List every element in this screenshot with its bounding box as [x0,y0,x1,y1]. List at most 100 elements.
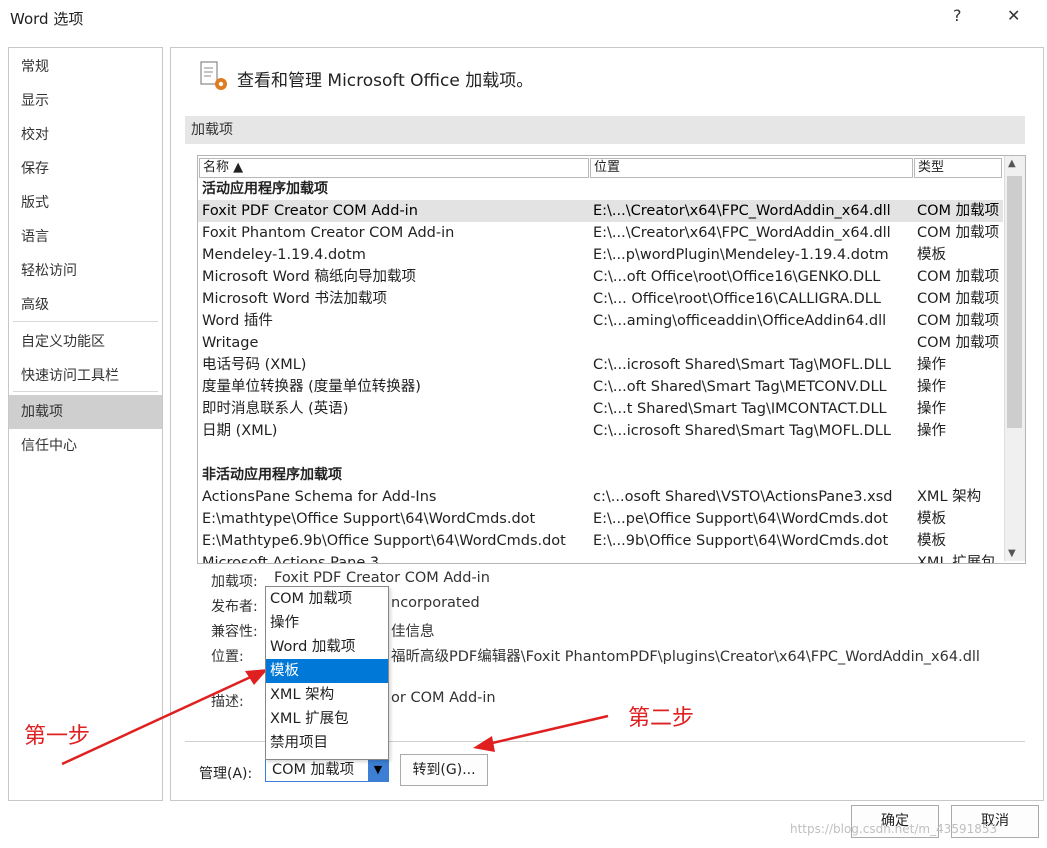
close-button[interactable]: ✕ [1007,6,1020,25]
cell-location: E:\...\Creator\x64\FPC_WordAddin_x64.dll [593,203,891,219]
detail-compat-label: 兼容性: [211,624,258,640]
cell-name: Microsoft Word 稿纸向导加载项 [202,269,416,285]
addins-table[interactable]: 名称 ▲ 位置 类型 活动应用程序加载项 Foxit PDF Creator CO… [197,155,1026,564]
chevron-down-icon[interactable]: ▼ [368,759,388,781]
scroll-thumb[interactable] [1007,176,1022,428]
cell-name: Microsoft Word 书法加载项 [202,291,387,307]
cell-type: COM 加载项 [917,335,1000,351]
detail-publisher-value: ncorporated [391,595,480,611]
page-heading: 查看和管理 Microsoft Office 加载项。 [237,71,534,91]
cell-name: Foxit Phantom Creator COM Add-in [202,225,455,241]
cell-name: 日期 (XML) [202,423,278,439]
manage-select[interactable]: COM 加载项 ▼ [265,758,389,782]
cell-name: E:\mathtype\Office Support\64\WordCmds.d… [202,511,536,527]
table-row[interactable]: Foxit PDF Creator COM Add-in E:\...\Creat… [198,200,1003,222]
detail-location-label: 位置: [211,649,244,665]
cell-type: 操作 [917,401,946,417]
sidebar-item-9[interactable]: 快速访问工具栏 [9,359,162,393]
manage-select-value: COM 加载项 [272,762,355,778]
manage-option-3[interactable]: 模板 [266,659,388,683]
table-scrollbar[interactable]: ▲ ▼ [1004,156,1025,561]
cell-name: E:\Mathtype6.9b\Office Support\64\WordCm… [202,533,566,549]
column-type[interactable]: 类型 [914,158,1002,178]
cell-name: 即时消息联系人 (英语) [202,401,349,417]
table-row[interactable]: 电话号码 (XML) C:\...icrosoft Shared\Smart Ta… [198,354,1003,376]
table-row[interactable]: Writage COM 加载项 [198,332,1003,354]
cell-location: E:\...p\wordPlugin\Mendeley-1.19.4.dotm [593,247,889,263]
table-row[interactable]: Microsoft Actions Pane 3 XML 扩展包 [198,552,1003,564]
table-row[interactable]: Mendeley-1.19.4.dotm E:\...p\wordPlugin\M… [198,244,1003,266]
scroll-down-icon[interactable]: ▼ [1008,548,1016,559]
cell-location: C:\...t Shared\Smart Tag\IMCONTACT.DLL [593,401,887,417]
cell-location: E:\...pe\Office Support\64\WordCmds.dot [593,511,888,527]
cell-type: COM 加载项 [917,313,1000,329]
cell-name: 度量单位转换器 (度量单位转换器) [202,379,421,395]
cell-location: C:\...icrosoft Shared\Smart Tag\MOFL.DLL [593,357,891,373]
cell-type: XML 架构 [917,489,982,505]
annotation-step1: 第一步 [24,724,91,749]
manage-option-5[interactable]: XML 扩展包 [266,707,388,731]
cell-type: 模板 [917,511,946,527]
sidebar-item-1[interactable]: 显示 [9,84,162,118]
annotation-step2: 第二步 [628,706,695,731]
table-row[interactable]: Microsoft Word 稿纸向导加载项 C:\...oft Office\r… [198,266,1003,288]
cell-name: Writage [202,335,259,351]
detail-addin-label: 加载项: [211,574,258,590]
cell-name: Mendeley-1.19.4.dotm [202,247,366,263]
cell-type: 模板 [917,247,946,263]
cell-name: ActionsPane Schema for Add-Ins [202,489,437,505]
sidebar-item-0[interactable]: 常规 [9,50,162,84]
manage-option-4[interactable]: XML 架构 [266,683,388,707]
table-row[interactable]: E:\mathtype\Office Support\64\WordCmds.d… [198,508,1003,530]
cell-type: COM 加载项 [917,291,1000,307]
table-row[interactable]: ActionsPane Schema for Add-Ins c:\...osof… [198,486,1003,508]
cell-type: 操作 [917,423,946,439]
table-row[interactable]: 度量单位转换器 (度量单位转换器) C:\...oft Shared\Smart … [198,376,1003,398]
cell-type: COM 加载项 [917,203,1000,219]
cell-location: C:\...aming\officeaddin\OfficeAddin64.dl… [593,313,887,329]
sidebar-separator-1 [13,391,158,392]
cell-type: 操作 [917,379,946,395]
manage-option-0[interactable]: COM 加载项 [266,587,388,611]
help-button[interactable]: ? [953,6,962,25]
sidebar-item-3[interactable]: 保存 [9,152,162,186]
cell-type: 操作 [917,357,946,373]
detail-desc-value: or COM Add-in [391,690,496,706]
cell-name: Foxit PDF Creator COM Add-in [202,203,418,219]
cell-location: C:\...oft Office\root\Office16\GENKO.DLL [593,269,881,285]
sidebar-item-7[interactable]: 高级 [9,288,162,322]
cell-type: COM 加载项 [917,225,1000,241]
watermark: https://blog.csdn.net/m_43591853 [790,822,998,836]
content-panel: 查看和管理 Microsoft Office 加载项。 加载项 名称 ▲ 位置 … [170,47,1044,801]
sidebar-item-11[interactable]: 信任中心 [9,429,162,463]
column-name[interactable]: 名称 ▲ [199,158,589,178]
scroll-up-icon[interactable]: ▲ [1008,158,1016,169]
cell-location: E:\...9b\Office Support\64\WordCmds.dot [593,533,889,549]
table-row[interactable]: Microsoft Word 书法加载项 C:\... Office\root\O… [198,288,1003,310]
sidebar-item-10[interactable]: 加载项 [9,395,162,429]
column-location[interactable]: 位置 [590,158,913,178]
detail-addin-value: Foxit PDF Creator COM Add-in [274,570,490,586]
sidebar-item-4[interactable]: 版式 [9,186,162,220]
detail-desc-label: 描述: [211,694,244,710]
manage-dropdown-list[interactable]: COM 加载项 操作 Word 加载项 模板 XML 架构 XML 扩展包 禁用项目 [265,586,389,760]
sidebar-item-8[interactable]: 自定义功能区 [9,325,162,359]
table-row[interactable]: Foxit Phantom Creator COM Add-in E:\...\C… [198,222,1003,244]
table-row[interactable]: 日期 (XML) C:\...icrosoft Shared\Smart Tag\… [198,420,1003,442]
addin-gear-icon [200,61,227,90]
table-row[interactable]: 即时消息联系人 (英语) C:\...t Shared\Smart Tag\IMC… [198,398,1003,420]
sidebar-item-2[interactable]: 校对 [9,118,162,152]
manage-option-1[interactable]: 操作 [266,611,388,635]
sidebar-item-6[interactable]: 轻松访问 [9,254,162,288]
cell-name: Microsoft Actions Pane 3 [202,555,380,564]
table-row[interactable]: E:\Mathtype6.9b\Office Support\64\WordCm… [198,530,1003,552]
manage-label: 管理(A): [199,766,253,782]
go-button[interactable]: 转到(G)... [400,754,488,786]
manage-option-2[interactable]: Word 加载项 [266,635,388,659]
manage-option-6[interactable]: 禁用项目 [266,731,388,755]
window-title: Word 选项 [10,10,84,28]
group-header: 非活动应用程序加载项 [202,467,342,483]
table-row[interactable]: Word 插件 C:\...aming\officeaddin\OfficeAdd… [198,310,1003,332]
sidebar-item-5[interactable]: 语言 [9,220,162,254]
detail-publisher-label: 发布者: [211,599,258,615]
